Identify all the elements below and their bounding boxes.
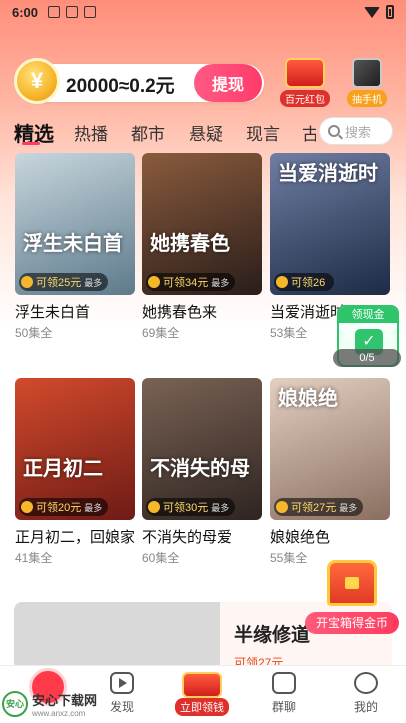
- drama-poster: 当爱消逝时可领26: [270, 153, 390, 295]
- episode-count: 69集全: [142, 326, 180, 340]
- episode-count: 41集全: [15, 551, 53, 565]
- cash-progress: 0/5: [333, 349, 401, 367]
- red-envelope-icon: [285, 58, 325, 88]
- drama-card[interactable]: 她携春色可领34元 最多她携春色来 69集全: [142, 153, 262, 341]
- drama-card[interactable]: 不消失的母可领30元 最多不消失的母爱 60集全: [142, 378, 262, 566]
- treasure-label: 开宝箱得金币: [305, 612, 399, 634]
- coin-icon: [148, 276, 160, 288]
- phone-lottery-promo[interactable]: 抽手机: [347, 58, 387, 107]
- nav-earn-label: 立即领钱: [175, 698, 229, 716]
- treasure-chest-icon: [327, 560, 377, 606]
- notification-icon: [48, 6, 61, 18]
- drama-poster: 她携春色可领34元 最多: [142, 153, 262, 295]
- watermark-text: 安心下载网: [32, 693, 98, 708]
- watermark-url: www.anxz.com: [32, 709, 86, 718]
- coin-icon: [21, 501, 33, 513]
- reward-badge: 可领20元 最多: [19, 498, 109, 516]
- poster-title-art: 不消失的母: [150, 458, 250, 480]
- coin-icon: [21, 276, 33, 288]
- reward-badge: 可领30元 最多: [146, 498, 236, 516]
- drama-title: 她携春色来: [142, 304, 218, 321]
- cash-widget-label: 领现金: [339, 307, 397, 323]
- coin-exchange-text: 20000≈0.2元: [66, 76, 175, 97]
- drama-card[interactable]: 正月初二可领20元 最多正月初二，回娘家 41集全: [15, 378, 135, 566]
- tab-trending[interactable]: 热播: [74, 120, 108, 145]
- nav-group-label: 群聊: [271, 700, 296, 714]
- tab-modern-romance[interactable]: 现言: [246, 120, 280, 145]
- nav-mine[interactable]: 我的: [336, 672, 396, 715]
- coin-icon: [276, 276, 288, 288]
- drama-poster: 正月初二可领20元 最多: [15, 378, 135, 520]
- photo-icon: [84, 6, 97, 18]
- group-chat-icon: [272, 672, 296, 694]
- featured-poster: [14, 602, 220, 670]
- reward-max-label: 最多: [211, 277, 230, 288]
- nav-earn-money[interactable]: 立即领钱: [172, 672, 232, 716]
- red-envelope-icon: [182, 672, 222, 698]
- search-placeholder: 搜索: [345, 124, 372, 140]
- red-envelope-promo[interactable]: 百元红包: [280, 58, 330, 107]
- gold-coin-icon: ¥: [14, 58, 60, 104]
- reward-amount: 可领27元: [291, 502, 337, 514]
- site-watermark: 安心 安心下载网 www.anxz.com: [2, 690, 97, 718]
- phone-prize-icon: [352, 58, 382, 88]
- reward-amount: 可领26: [291, 277, 326, 289]
- reward-badge: 可领26: [274, 273, 335, 291]
- battery-icon: [386, 5, 394, 19]
- drama-title: 正月初二，回娘家: [15, 529, 135, 546]
- notification-icon-2: [66, 6, 79, 18]
- coin-icon: [276, 501, 288, 513]
- poster-title-art: 娘娘绝: [278, 388, 338, 410]
- play-icon: [110, 672, 134, 694]
- reward-max-label: 最多: [84, 277, 103, 288]
- reward-max-label: 最多: [211, 502, 230, 513]
- poster-title-art: 当爱消逝时: [278, 163, 378, 185]
- reward-amount: 可领30元: [163, 502, 209, 514]
- reward-badge: 可领25元 最多: [19, 273, 109, 291]
- reward-badge: 可领27元 最多: [274, 498, 364, 516]
- category-tabs: 精选 热播 都市 悬疑 现言 古: [0, 116, 316, 148]
- withdraw-button[interactable]: 提现: [194, 64, 262, 102]
- drama-card[interactable]: 浮生未白首 可领25元 最多 浮生未白首 50集全: [15, 153, 135, 341]
- featured-title: 半缘修道: [234, 625, 311, 646]
- phone-lottery-label: 抽手机: [347, 90, 387, 107]
- status-bar: 6:00: [0, 0, 406, 24]
- poster-title-art: 正月初二: [23, 458, 103, 480]
- drama-title: 浮生未白首: [15, 304, 91, 321]
- nav-group-chat[interactable]: 群聊: [254, 672, 314, 715]
- tab-urban[interactable]: 都市: [131, 120, 165, 145]
- reward-amount: 可领34元: [163, 277, 209, 289]
- search-icon: [328, 125, 340, 137]
- nav-discover[interactable]: 发现: [92, 672, 152, 715]
- smiley-icon: [354, 672, 378, 694]
- red-envelope-label: 百元红包: [280, 90, 330, 107]
- reward-max-label: 最多: [84, 502, 103, 513]
- nav-mine-label: 我的: [353, 700, 378, 714]
- reward-max-label: 最多: [339, 502, 358, 513]
- search-input[interactable]: 搜索: [319, 117, 393, 145]
- drama-card[interactable]: 娘娘绝 可领27元 最多 娘娘绝色 55集全: [270, 378, 390, 566]
- episode-count: 60集全: [142, 551, 180, 565]
- poster-title-art: 浮生未白首: [23, 233, 123, 255]
- clock: 6:00: [12, 4, 39, 20]
- tab-ancient[interactable]: 古: [302, 120, 316, 145]
- treasure-chest-widget[interactable]: 开宝箱得金币: [305, 560, 399, 638]
- tab-suspense[interactable]: 悬疑: [189, 120, 223, 145]
- active-tab-indicator: [22, 142, 40, 145]
- poster-title-art: 她携春色: [150, 233, 230, 255]
- watermark-logo-icon: 安心: [2, 691, 28, 717]
- reward-amount: 可领25元: [36, 277, 82, 289]
- drama-title: 娘娘绝色: [270, 529, 331, 546]
- reward-amount: 可领20元: [36, 502, 82, 514]
- episode-count: 50集全: [15, 326, 53, 340]
- drama-poster: 浮生未白首可领25元 最多: [15, 153, 135, 295]
- drama-title: 不消失的母爱: [142, 529, 233, 546]
- wifi-icon: [364, 6, 380, 18]
- drama-poster: 不消失的母可领30元 最多: [142, 378, 262, 520]
- drama-poster: 娘娘绝可领27元 最多: [270, 378, 390, 520]
- nav-discover-label: 发现: [109, 700, 134, 714]
- coin-icon: [148, 501, 160, 513]
- reward-badge: 可领34元 最多: [146, 273, 236, 291]
